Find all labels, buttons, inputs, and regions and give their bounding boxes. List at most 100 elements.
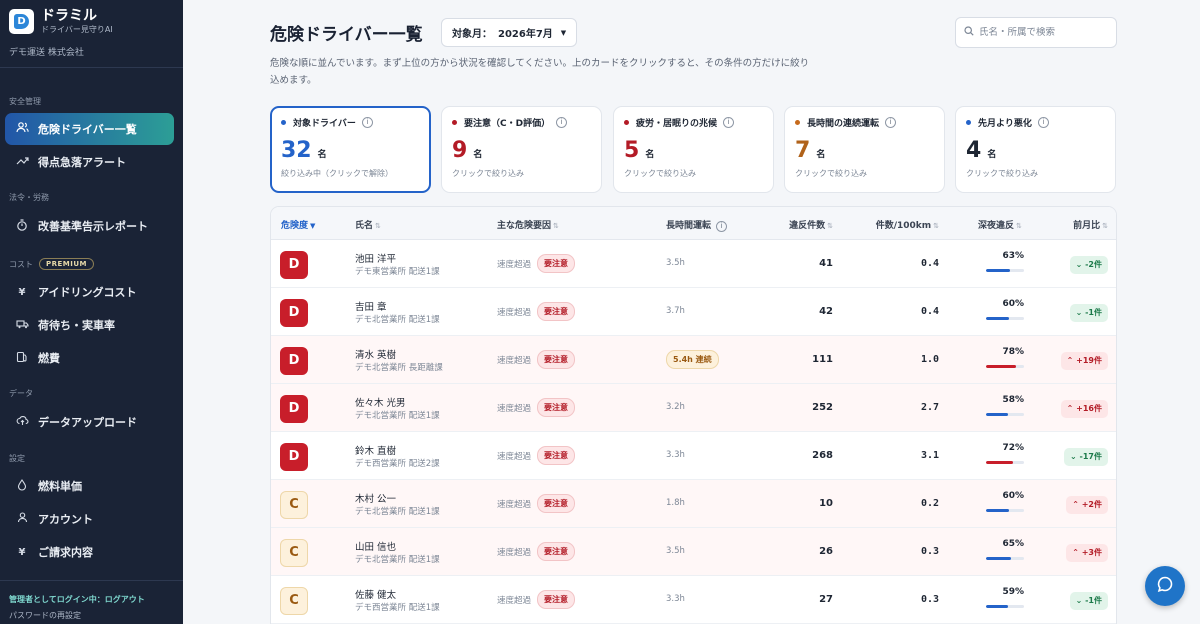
risk-factor: 速度超過 [497,260,532,270]
arrow-down-icon: ⌄ [1070,452,1077,461]
caution-badge: 要注意 [537,542,575,561]
risk-factor: 速度超過 [497,500,532,510]
card-unit: 名 [987,150,997,160]
sidebar-item-fuel-economy[interactable]: 燃費 [5,342,174,374]
night-violation-bar [986,269,1024,272]
driver-name[interactable]: 木村 公一 [355,491,396,505]
night-violation-bar-fill [986,557,1011,560]
sidebar-item-risk-drivers[interactable]: 危険ドライバー一覧 [5,113,174,145]
sidebar-item-idling-cost[interactable]: ¥ アイドリングコスト [5,276,174,308]
column-header-name[interactable]: 氏名 ⇅ [355,218,381,231]
info-icon[interactable]: i [885,117,897,128]
long-drive-hours: 3.3h [666,594,685,604]
night-violation-rate: 78% [1002,347,1024,357]
card-title: 疲労・居眠りの兆候 i [624,116,763,129]
sort-icon: ⇅ [553,222,559,230]
card-caution[interactable]: 要注意（C・D評価） i 9 名クリックで絞り込み [441,106,602,193]
column-header-per100[interactable]: 件数/100km ⇅ [876,218,939,231]
driver-office: デモ北営業所 配送1課 [355,411,440,421]
sidebar-item-compliance-report[interactable]: 改善基準告示レポート [5,210,174,242]
sidebar-item-fuel-price[interactable]: 燃料単価 [5,470,174,502]
sidebar-item-label: データアップロード [38,416,137,429]
info-icon[interactable]: i [556,117,568,128]
driver-name[interactable]: 吉田 章 [355,299,387,313]
month-over-month-badge: ⌃ +3件 [1066,544,1108,562]
sidebar-item-score-drop[interactable]: 得点急落アラート [5,146,174,178]
column-header-mom[interactable]: 前月比 ⇅ [1073,218,1108,231]
card-unit: 名 [317,150,327,160]
table-row[interactable]: D 吉田 章デモ北営業所 配送1課 速度超過 要注意 3.7h 42 0.4 60% ⌄ -1件 [271,288,1116,336]
premium-badge: PREMIUM [39,258,95,270]
column-header-night[interactable]: 深夜違反 ⇅ [978,218,1022,231]
driver-name[interactable]: 清水 英樹 [355,347,396,361]
card-hint: クリックで絞り込み [795,169,867,178]
chat-button[interactable] [1145,566,1185,606]
month-select[interactable]: 対象月： 2026年7月 ▼ [441,18,578,47]
password-reset-link[interactable]: パスワードの再設定 [9,610,81,621]
column-header-violations[interactable]: 違反件数 ⇅ [789,218,833,231]
driver-name[interactable]: 佐々木 光男 [355,395,406,409]
table-row[interactable]: D 佐々木 光男 デモ北営業所 配送1課 速度超過 要注意 3.2h 252 2.7 58% ⌃ … [271,384,1116,432]
sidebar-item-data-upload[interactable]: データアップロード [5,406,174,438]
sidebar-item-waiting-rate[interactable]: 荷待ち・実車率 [5,309,174,341]
info-icon[interactable]: i [723,117,735,128]
night-violation-bar [986,557,1024,560]
sort-desc-icon: ▼ [310,222,316,230]
app-tagline: ドライバー見守りAI [41,25,113,34]
column-header-factor[interactable]: 主な危険要因 ⇅ [497,218,559,231]
section-label-labor: 法令・労務 [9,193,49,202]
timer-icon [15,218,29,234]
logout-link[interactable]: 管理者としてログイン中：ログアウト [9,594,145,605]
table-row[interactable]: C 佐藤 健太 デモ西営業所 配送1課 速度超過 要注意 3.3h 27 0.3 59% ⌄ -1… [271,576,1116,624]
section-label-data: データ [9,389,33,398]
month-label: 対象月： [452,29,492,40]
card-hint: クリックで絞り込み [452,169,524,178]
table-row[interactable]: D 鈴木 直樹 デモ西営業所 配送2課 速度超過 要注意 3.3h 268 3.1 72% ⌄ -… [271,432,1116,480]
violation-count: 41 [819,258,833,269]
arrow-down-icon: ⌄ [1075,260,1083,269]
sidebar-item-label: 改善基準告示レポート [38,220,148,233]
driver-name[interactable]: 佐藤 健太 [355,587,396,601]
night-violation-bar [986,317,1024,320]
arrow-up-icon: ⌃ [1072,500,1079,509]
driver-name[interactable]: 池田 洋平 [355,251,396,265]
violation-count: 10 [819,498,833,509]
card-target-drivers[interactable]: 対象ドライバー i 32 名絞り込み中（クリックで解除） [270,106,431,193]
info-icon[interactable]: i [361,117,373,128]
risk-factor: 速度超過 [497,452,532,462]
night-violation-rate: 58% [1002,395,1024,405]
driver-office: デモ北営業所 長距離課 [355,363,443,373]
card-title: 対象ドライバー i [281,116,420,129]
search-input[interactable] [979,27,1109,38]
sidebar-item-label: アカウント [38,513,93,526]
card-long-drive[interactable]: 長時間の連続運転 i 7 名クリックで絞り込み [784,106,945,193]
violation-count: 252 [812,402,833,413]
fuel-icon [15,351,29,366]
table-row[interactable]: C 山田 信也 デモ北営業所 配送1課 速度超過 要注意 3.5h 26 0.3 65% ⌃ +3… [271,528,1116,576]
driver-name[interactable]: 山田 信也 [355,539,396,553]
card-count: 32 [281,138,312,163]
brand[interactable]: D ドラミル ドライバー見守りAI [9,8,113,35]
driver-name[interactable]: 鈴木 直樹 [355,443,396,457]
sort-icon: ⇅ [933,222,939,230]
card-fatigue[interactable]: 疲労・居眠りの兆候 i 5 名クリックで絞り込み [613,106,774,193]
sidebar-item-account[interactable]: アカウント [5,503,174,535]
table-row[interactable]: D 清水 英樹 デモ北営業所 長距離課 速度超過 要注意 5.4h 連続 111 1.0 78%… [271,336,1116,384]
night-violation-bar-fill [986,509,1009,512]
column-header-long-drive[interactable]: 長時間運転 i [666,218,728,232]
column-header-risk[interactable]: 危険度 ▼ [281,218,315,231]
violation-count: 42 [819,306,833,317]
risk-grade-badge: C [280,491,308,519]
table-row[interactable]: C 木村 公一 デモ北営業所 配送1課 速度超過 要注意 1.8h 10 0.2 60% ⌃ +2… [271,480,1116,528]
month-over-month-badge: ⌄ -1件 [1069,592,1108,610]
sidebar-item-label: 燃料単価 [38,480,82,493]
card-worsened[interactable]: 先月より悪化 i 4 名クリックで絞り込み [955,106,1116,193]
info-icon[interactable]: i [1037,117,1049,128]
info-icon[interactable]: i [716,221,728,232]
night-violation-rate: 60% [1002,299,1024,309]
month-over-month-badge: ⌄ -2件 [1069,256,1108,274]
table-row[interactable]: D 池田 洋平 デモ東営業所 配送1課 速度超過 要注意 3.5h 41 0.4 63% ⌄ -2… [271,240,1116,288]
search-box[interactable] [955,17,1117,48]
risk-factor: 速度超過 [497,356,532,366]
sidebar-item-billing[interactable]: ¥ ご請求内容 [5,536,174,568]
